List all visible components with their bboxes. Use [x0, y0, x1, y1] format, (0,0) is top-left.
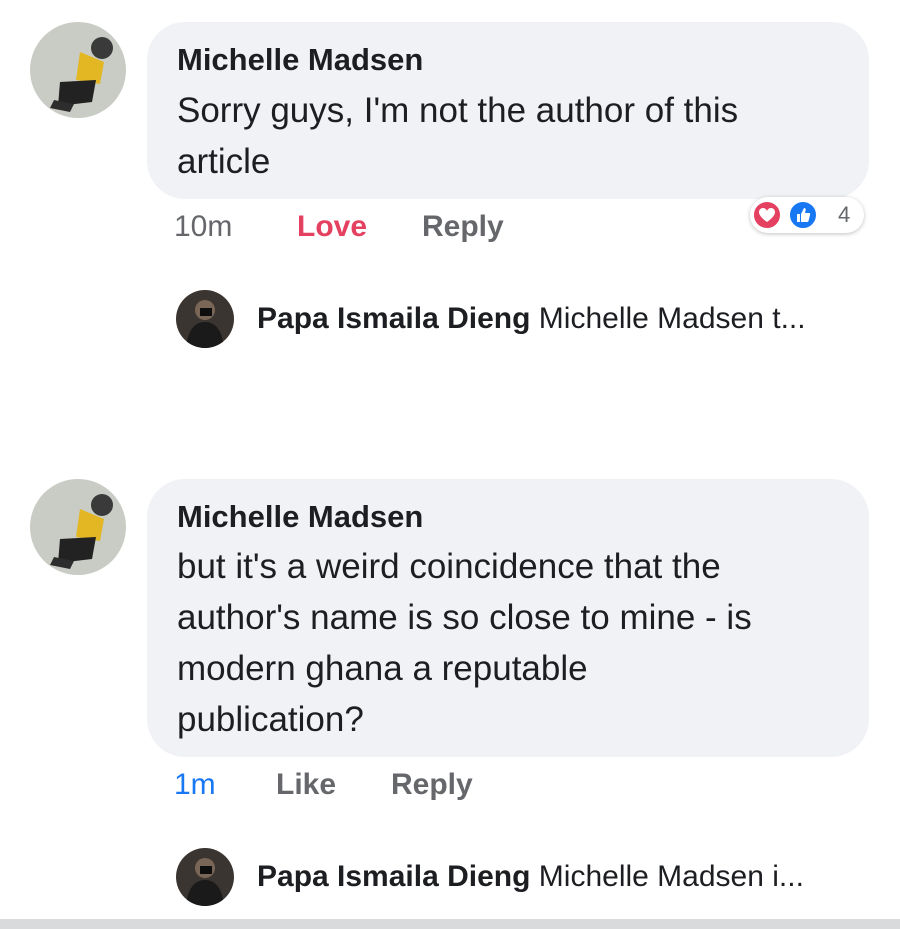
love-icon: [752, 200, 782, 230]
reply-author[interactable]: Papa Ismaila Dieng: [257, 860, 530, 893]
like-icon: [788, 200, 818, 230]
reply-preview-text: Michelle Madsen i...: [538, 860, 804, 893]
reaction-summary[interactable]: 4: [750, 197, 864, 233]
comment-text-line: but it's a weird coincidence that the: [177, 547, 721, 586]
comment-timestamp[interactable]: 10m: [174, 210, 232, 244]
bottom-divider: [0, 919, 900, 929]
replier-avatar[interactable]: [176, 848, 234, 906]
commenter-avatar[interactable]: [30, 22, 126, 118]
replier-avatar[interactable]: [176, 290, 234, 348]
like-button[interactable]: Like: [276, 768, 336, 802]
reply-preview-text: Michelle Madsen t...: [538, 302, 806, 335]
reply-button[interactable]: Reply: [391, 768, 473, 802]
comment-text-line: Sorry guys, I'm not the author of this: [177, 91, 739, 130]
reply-preview[interactable]: Papa Ismaila Dieng Michelle Madsen t...: [257, 302, 806, 336]
reaction-count: 4: [838, 202, 851, 227]
reply-preview[interactable]: Papa Ismaila Dieng Michelle Madsen i...: [257, 860, 804, 894]
comment-author[interactable]: Michelle Madsen: [177, 42, 423, 78]
love-button[interactable]: Love: [297, 210, 367, 244]
reply-button[interactable]: Reply: [422, 210, 504, 244]
comment-text-line: publication?: [177, 700, 364, 739]
comment-text-line: modern ghana a reputable: [177, 649, 588, 688]
comment-text-line: article: [177, 142, 271, 181]
commenter-avatar[interactable]: [30, 479, 126, 575]
reply-author[interactable]: Papa Ismaila Dieng: [257, 302, 530, 335]
comment-text-line: author's name is so close to mine - is: [177, 598, 752, 637]
comment-timestamp[interactable]: 1m: [174, 768, 216, 802]
comment-author[interactable]: Michelle Madsen: [177, 499, 423, 535]
